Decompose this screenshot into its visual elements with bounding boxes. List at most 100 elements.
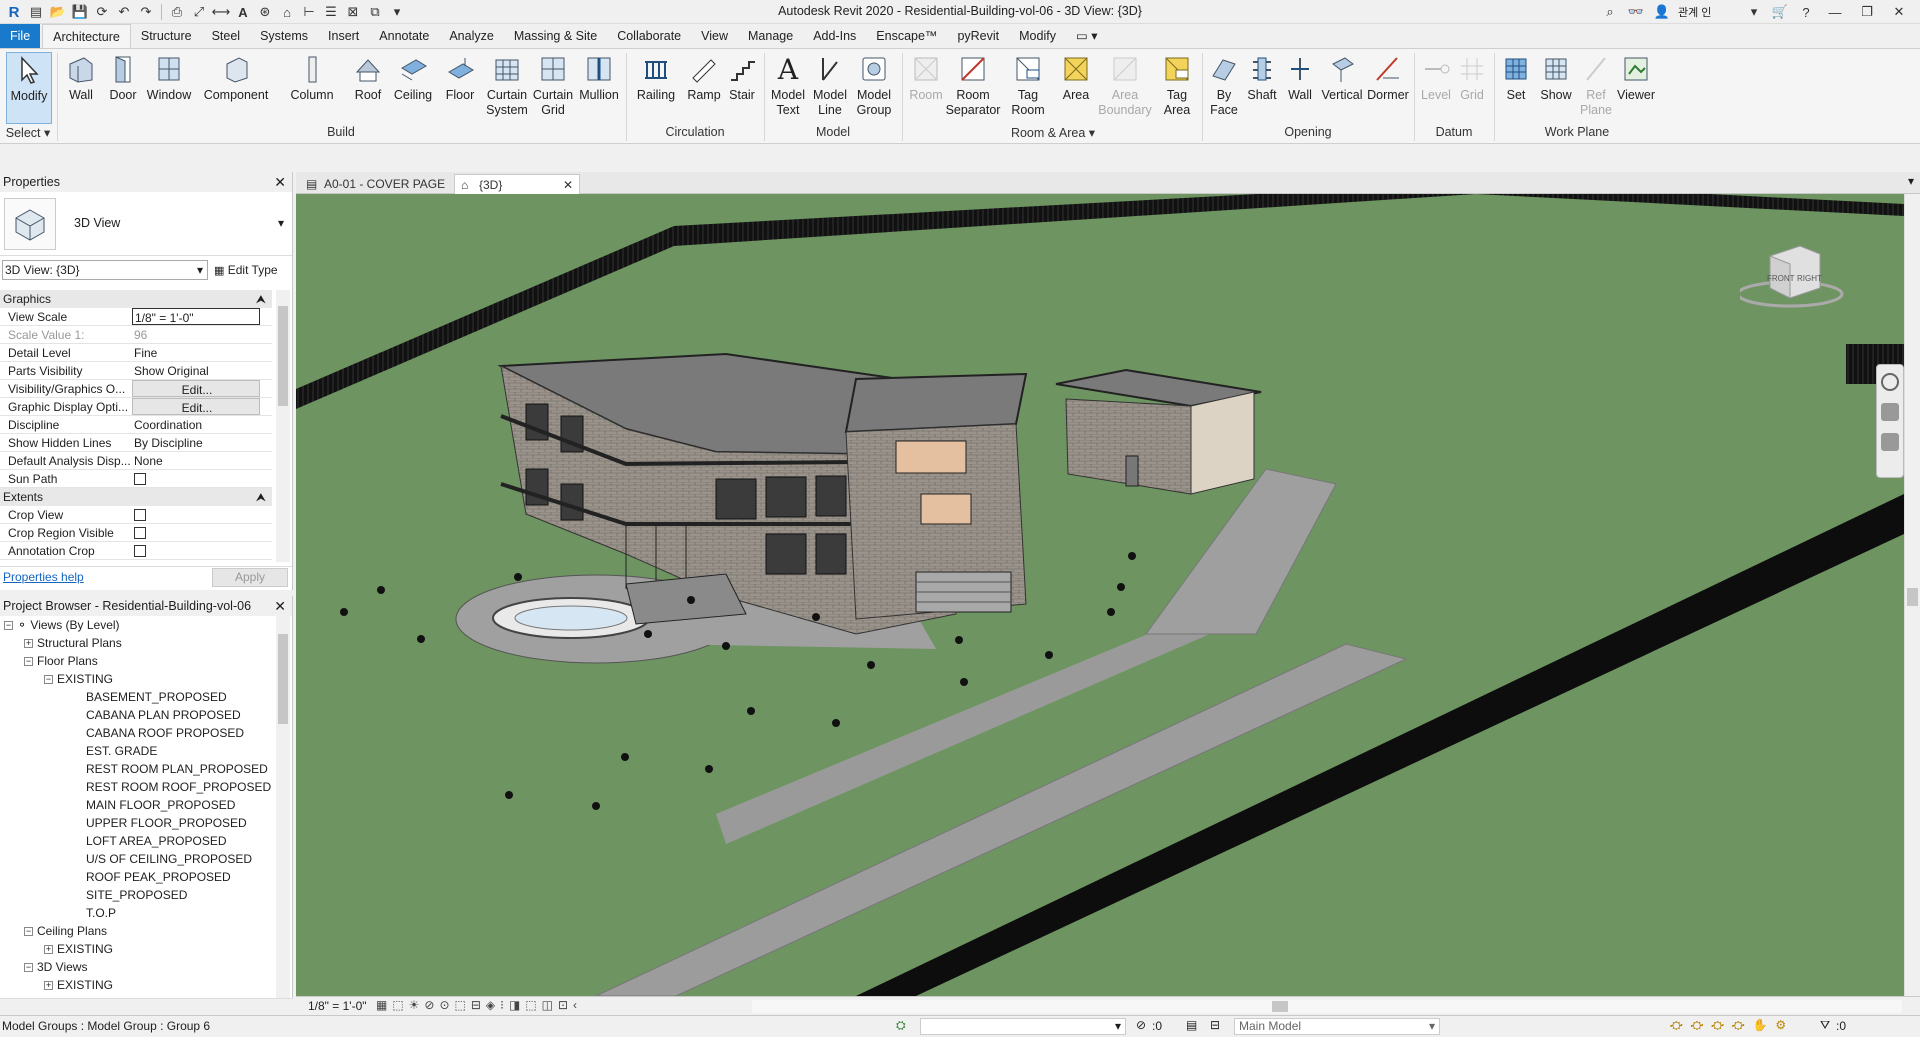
door-button[interactable]: Door bbox=[104, 52, 142, 103]
chevron-down-icon[interactable]: ▾ bbox=[1744, 2, 1764, 22]
tab-3d-view[interactable]: ⌂ {3D} ✕ bbox=[454, 174, 580, 194]
tab-systems[interactable]: Systems bbox=[250, 24, 318, 48]
prop-far-clip[interactable]: Far Clip Active bbox=[0, 560, 272, 562]
viewer-button[interactable]: Viewer bbox=[1614, 52, 1658, 103]
visibility-edit-button[interactable]: Edit... bbox=[132, 380, 260, 397]
workset-icon[interactable]: ⛭ bbox=[896, 1018, 906, 1033]
model-line-button[interactable]: Model Line bbox=[810, 52, 850, 118]
grid-button[interactable]: Grid bbox=[1454, 52, 1490, 103]
sun-path-checkbox[interactable] bbox=[134, 473, 146, 485]
tree-3d-existing[interactable]: + EXISTING bbox=[44, 976, 113, 994]
open-icon[interactable]: 📂 bbox=[48, 2, 68, 22]
tab-architecture[interactable]: Architecture bbox=[42, 24, 131, 48]
graphic-display-edit-button[interactable]: Edit... bbox=[132, 398, 260, 415]
list-item[interactable]: BASEMENT_PROPOSED bbox=[86, 688, 227, 706]
column-button[interactable]: Column bbox=[288, 52, 336, 103]
properties-scrollbar[interactable] bbox=[276, 290, 290, 562]
group-room-area[interactable]: Room & Area ▾ bbox=[906, 125, 1200, 140]
viewcube-front[interactable]: FRONT bbox=[1767, 274, 1795, 283]
3d-view-canvas[interactable]: FRONT RIGHT bbox=[296, 194, 1904, 996]
browser-scrollbar[interactable] bbox=[276, 616, 290, 1000]
ref-plane-button[interactable]: Ref Plane bbox=[1578, 52, 1614, 118]
window-button[interactable]: Window bbox=[144, 52, 194, 103]
prop-visibility-graphics[interactable]: Visibility/Graphics O... Edit... bbox=[0, 380, 272, 398]
tab-steel[interactable]: Steel bbox=[202, 24, 251, 48]
tab-view[interactable]: View bbox=[691, 24, 738, 48]
list-item[interactable]: CABANA PLAN PROPOSED bbox=[86, 706, 241, 724]
properties-help-link[interactable]: Properties help bbox=[3, 570, 84, 584]
save-icon[interactable]: 💾 bbox=[70, 2, 90, 22]
room-separator-button[interactable]: Room Separator bbox=[946, 52, 1000, 118]
area-button[interactable]: Area bbox=[1054, 52, 1098, 103]
text-icon[interactable]: A bbox=[233, 2, 253, 22]
room-button[interactable]: Room bbox=[906, 52, 946, 103]
prop-detail-level[interactable]: Detail Level Fine bbox=[0, 344, 272, 362]
list-item[interactable]: REST ROOM PLAN_PROPOSED bbox=[86, 760, 268, 778]
show-button[interactable]: Show bbox=[1536, 52, 1576, 103]
tree-floor-plans[interactable]: − Floor Plans bbox=[24, 652, 98, 670]
help-icon[interactable]: ? bbox=[1796, 2, 1816, 22]
list-item[interactable]: UPPER FLOOR_PROPOSED bbox=[86, 814, 247, 832]
steering-wheel-icon[interactable] bbox=[1881, 373, 1899, 391]
dimension-icon[interactable]: ⟷ bbox=[211, 2, 231, 22]
sync-icon[interactable]: ⟳ bbox=[92, 2, 112, 22]
list-item[interactable]: SITE_PROPOSED bbox=[86, 886, 187, 904]
annotation-crop-checkbox[interactable] bbox=[134, 545, 146, 557]
shaft-button[interactable]: Shaft bbox=[1242, 52, 1282, 103]
list-item[interactable]: U/S OF CEILING_PROPOSED bbox=[86, 850, 252, 868]
model-group-button[interactable]: Model Group bbox=[852, 52, 896, 118]
close-icon[interactable]: ✕ bbox=[274, 172, 286, 192]
canvas-scrollbar[interactable] bbox=[1904, 194, 1920, 996]
tab-manage[interactable]: Manage bbox=[738, 24, 803, 48]
prop-parts-visibility[interactable]: Parts Visibility Show Original bbox=[0, 362, 272, 380]
wall-button[interactable]: Wall bbox=[62, 52, 100, 103]
modify-button[interactable]: Modify bbox=[6, 52, 52, 124]
switch-windows-icon[interactable]: ⧉ bbox=[365, 2, 385, 22]
tab-insert[interactable]: Insert bbox=[318, 24, 369, 48]
list-item[interactable]: EST. GRADE bbox=[86, 742, 157, 760]
tree-structural-plans[interactable]: + Structural Plans bbox=[24, 634, 122, 652]
close-icon[interactable]: ✕ bbox=[563, 175, 573, 195]
editable-only-icon[interactable]: ⊘ bbox=[1136, 1018, 1146, 1032]
user-name[interactable]: 관계 인 bbox=[1678, 4, 1738, 20]
tab-structure[interactable]: Structure bbox=[131, 24, 202, 48]
tree-3d-views[interactable]: −3D Views bbox=[24, 958, 87, 976]
print-icon[interactable]: ⎙ bbox=[167, 2, 187, 22]
minimize-button[interactable]: — bbox=[1822, 1, 1848, 23]
measure-icon[interactable]: ⤢ bbox=[189, 2, 209, 22]
apply-button[interactable]: Apply bbox=[212, 568, 288, 587]
floor-button[interactable]: Floor bbox=[440, 52, 480, 103]
filter-icon[interactable]: ⛛ bbox=[1820, 1018, 1830, 1033]
crop-view-checkbox[interactable] bbox=[134, 509, 146, 521]
workset-dropdown[interactable]: ▾ bbox=[920, 1018, 1126, 1035]
tab-file[interactable]: File bbox=[0, 24, 41, 48]
prop-default-analysis[interactable]: Default Analysis Disp... None bbox=[0, 452, 272, 470]
mullion-button[interactable]: Mullion bbox=[576, 52, 622, 103]
user-icon[interactable]: 👤 bbox=[1652, 2, 1672, 22]
prop-graphic-display[interactable]: Graphic Display Opti... Edit... bbox=[0, 398, 272, 416]
zoom-icon[interactable] bbox=[1881, 403, 1899, 421]
binoculars-icon[interactable]: 👓 bbox=[1626, 2, 1646, 22]
edit-type-button[interactable]: ▦ Edit Type bbox=[214, 260, 290, 280]
close-icon[interactable]: ✕ bbox=[274, 596, 286, 616]
undo-icon[interactable]: ↶ bbox=[114, 2, 134, 22]
stair-button[interactable]: Stair bbox=[724, 52, 760, 103]
restore-button[interactable]: ❐ bbox=[1854, 1, 1880, 23]
prop-crop-view[interactable]: Crop View bbox=[0, 506, 272, 524]
tree-existing[interactable]: − EXISTING bbox=[44, 670, 113, 688]
canvas-hscrollbar[interactable] bbox=[752, 1000, 1902, 1013]
redo-icon[interactable]: ↷ bbox=[136, 2, 156, 22]
nav-options-icon[interactable] bbox=[1881, 433, 1899, 451]
tab-pyrevit[interactable]: pyRevit bbox=[947, 24, 1009, 48]
tab-collaborate[interactable]: Collaborate bbox=[607, 24, 691, 48]
view-instance-selector[interactable]: 3D View: {3D} ▾ bbox=[2, 260, 208, 280]
close-button[interactable]: ✕ bbox=[1886, 1, 1912, 23]
tree-ceiling-plans[interactable]: − Ceiling Plans bbox=[24, 922, 107, 940]
roof-button[interactable]: Roof bbox=[350, 52, 386, 103]
design-options-icon[interactable]: ▤ bbox=[1186, 1018, 1197, 1032]
category-extents[interactable]: Extents ⮝ bbox=[0, 488, 272, 506]
selection-filter-icons[interactable]: ⛮⛮⛮⛮✋⚙ bbox=[1670, 1018, 1794, 1033]
curtain-system-button[interactable]: Curtain System bbox=[484, 52, 530, 118]
ceiling-button[interactable]: Ceiling bbox=[390, 52, 436, 103]
tab-massing-site[interactable]: Massing & Site bbox=[504, 24, 607, 48]
